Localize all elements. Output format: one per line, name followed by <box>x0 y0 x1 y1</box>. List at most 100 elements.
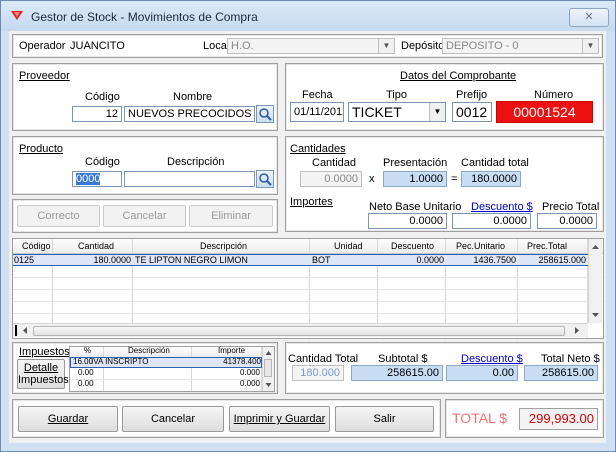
cantidades-panel: Cantidades Cantidad Presentación Cantida… <box>285 136 604 232</box>
impuestos-table: % Descripción Importe 16.00 IVA INSCRIPT… <box>69 346 275 392</box>
main-window: Gestor de Stock - Movimientos de Compra … <box>0 0 616 452</box>
operador-label: Operador <box>19 40 66 52</box>
chevron-down-icon[interactable]: ▼ <box>378 39 394 53</box>
total-value: 299,993.00 <box>519 408 598 430</box>
imprimir-guardar-button[interactable]: Imprimir y Guardar <box>229 406 330 432</box>
salir-button[interactable]: Salir <box>335 406 434 432</box>
presentacion-label: Presentación <box>383 157 448 169</box>
descuento-total-link[interactable]: Descuento $ <box>461 353 523 365</box>
total-panel: TOTAL $ 299,993.00 <box>445 399 604 438</box>
line-actions-panel: Correcto Cancelar Eliminar <box>12 199 278 233</box>
local-select-value: H.O. <box>231 40 254 52</box>
app-logo-icon <box>11 11 23 20</box>
proveedor-codigo-input[interactable]: 12 <box>72 106 122 122</box>
precio-total-label: Precio Total <box>542 201 600 213</box>
cancelar-button[interactable]: Cancelar <box>122 406 224 432</box>
importes-section-label: Importes <box>290 196 333 208</box>
proveedor-nombre-input[interactable]: NUEVOS PRECOCIDOS EL PAIS <box>124 106 255 122</box>
cantidad-total-label: Cantidad total <box>461 157 529 169</box>
producto-panel: Producto Código Descripción 0000 <box>12 136 278 195</box>
producto-codigo-input[interactable]: 0000 <box>72 171 122 187</box>
cantidad-total-summary-input[interactable]: 180.000 <box>292 365 344 381</box>
deposito-select-value: DEPOSITO - 0 <box>446 40 519 52</box>
scroll-down-icon[interactable] <box>589 309 602 321</box>
impuestos-panel: Impuestos Detalle Impuestos % Descripció… <box>12 342 278 394</box>
deposito-select[interactable]: DEPOSITO - 0 ▼ <box>442 38 599 54</box>
presentacion-input[interactable]: 1.0000 <box>383 171 447 187</box>
table-row[interactable]: 0125 180.0000 TE LIPTON NEGRO LIMON BOT … <box>13 254 588 266</box>
impuestos-scroll-thumb[interactable] <box>264 359 272 377</box>
proveedor-search-button[interactable] <box>256 105 274 123</box>
cancelar-linea-button[interactable]: Cancelar <box>103 205 186 227</box>
cantidad-label: Cantidad <box>312 157 357 169</box>
close-icon: ✕ <box>584 11 594 23</box>
column-header-unitario[interactable]: Pec.Unitario <box>456 240 505 252</box>
descuento-link[interactable]: Descuento $ <box>471 201 533 213</box>
close-button[interactable]: ✕ <box>569 8 609 27</box>
descuento-total-input[interactable]: 0.00 <box>446 365 518 381</box>
guardar-button[interactable]: Guardar <box>18 406 118 432</box>
cantidad-input[interactable]: 0.0000 <box>300 171 362 187</box>
operador-value: JUANCITO <box>70 40 125 52</box>
column-header-unidad[interactable]: Unidad <box>334 240 363 252</box>
search-icon <box>259 108 272 121</box>
cantidades-section-label: Cantidades <box>290 143 346 155</box>
proveedor-codigo-label: Código <box>85 91 120 103</box>
neto-base-input[interactable]: 0.0000 <box>368 213 447 229</box>
column-header-total[interactable]: Prec.Total <box>527 240 567 252</box>
items-table: Código Cantidad Descripción Unidad Descu… <box>12 238 604 339</box>
proveedor-section-label: Proveedor <box>19 70 70 82</box>
chevron-down-icon[interactable]: ▼ <box>582 39 598 53</box>
eliminar-button[interactable]: Eliminar <box>189 205 273 227</box>
detalle-impuestos-button[interactable]: Detalle Impuestos <box>17 359 69 389</box>
search-icon <box>259 173 272 186</box>
row-marker <box>15 325 17 336</box>
fecha-input[interactable]: 01/11/2012 <box>290 102 344 122</box>
scroll-down-icon[interactable] <box>263 380 274 390</box>
column-header-descripcion[interactable]: Descripción <box>200 240 247 252</box>
scroll-right-icon[interactable] <box>571 324 583 337</box>
impuestos-scrollbar[interactable] <box>262 347 274 391</box>
equals-sign: = <box>451 173 458 185</box>
neto-base-label: Neto Base Unitario <box>369 201 462 213</box>
numero-input[interactable]: 00001524 <box>496 101 593 123</box>
scroll-up-icon[interactable] <box>263 348 274 358</box>
producto-descripcion-label: Descripción <box>167 156 225 168</box>
tipo-label: Tipo <box>386 89 407 101</box>
precio-total-input[interactable]: 0.0000 <box>537 213 597 229</box>
impuestos-section-label: Impuestos <box>19 346 70 358</box>
cantidad-total-summary-label: Cantidad Total <box>288 353 359 365</box>
scroll-up-icon[interactable] <box>589 241 602 253</box>
fecha-label: Fecha <box>302 89 333 101</box>
local-label: Local <box>203 40 230 52</box>
descuento-input[interactable]: 0.0000 <box>452 213 531 229</box>
producto-search-button[interactable] <box>256 170 274 188</box>
column-header-cantidad[interactable]: Cantidad <box>78 240 114 252</box>
chevron-down-icon[interactable]: ▼ <box>429 103 445 121</box>
deposito-label: Depósito <box>401 40 445 52</box>
table-row[interactable]: 0.00 0.000 <box>70 379 262 390</box>
footer-actions-panel: Guardar Cancelar Imprimir y Guardar Sali… <box>12 399 441 438</box>
prefijo-input[interactable]: 0012 <box>452 102 492 122</box>
horizontal-scroll-thumb[interactable] <box>33 326 565 336</box>
comprobante-section-label: Datos del Comprobante <box>400 70 517 82</box>
producto-codigo-label: Código <box>85 156 120 168</box>
items-horizontal-scrollbar[interactable] <box>13 323 588 337</box>
comprobante-panel: Datos del Comprobante Fecha Tipo Prefijo… <box>285 63 604 131</box>
column-header-codigo[interactable]: Código <box>22 240 51 252</box>
producto-descripcion-input[interactable] <box>124 171 255 187</box>
header-panel: Operador JUANCITO Local H.O. ▼ Depósito … <box>12 34 603 58</box>
column-header-descuento[interactable]: Descuento <box>391 240 434 252</box>
subtotal-input[interactable]: 258615.00 <box>351 365 443 381</box>
items-vertical-scrollbar[interactable] <box>588 239 602 323</box>
cantidad-total-input[interactable]: 180.0000 <box>461 171 521 187</box>
total-neto-input[interactable]: 258615.00 <box>524 365 598 381</box>
total-neto-label: Total Neto $ <box>541 353 600 365</box>
title-bar[interactable]: Gestor de Stock - Movimientos de Compra … <box>1 1 615 31</box>
local-select[interactable]: H.O. ▼ <box>227 38 395 54</box>
scroll-left-icon[interactable] <box>19 324 31 337</box>
tipo-select[interactable]: TICKET ▼ <box>348 102 446 122</box>
totales-panel: Cantidad Total Subtotal $ Descuento $ To… <box>285 342 604 394</box>
producto-section-label: Producto <box>19 143 64 155</box>
correcto-button[interactable]: Correcto <box>17 205 100 227</box>
